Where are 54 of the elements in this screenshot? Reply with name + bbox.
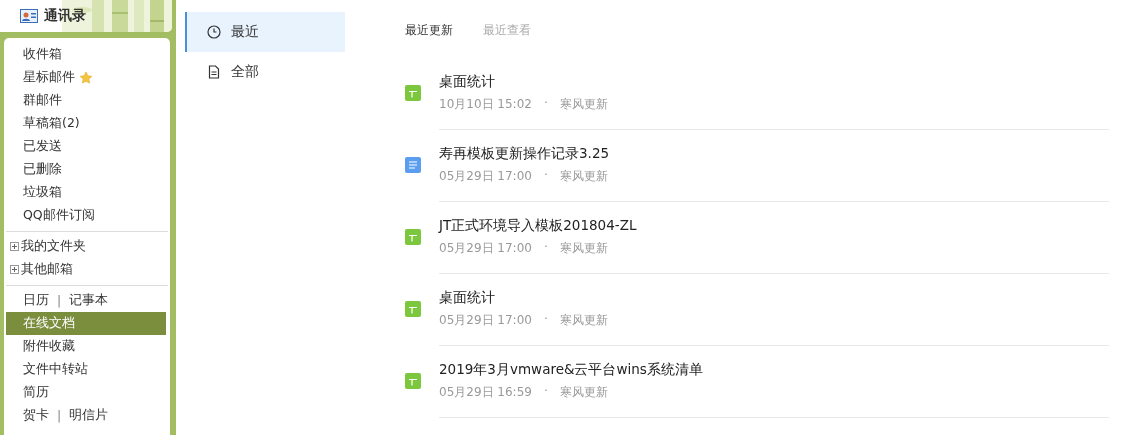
- spreadsheet-icon: [405, 85, 421, 101]
- separator: ·: [543, 383, 548, 400]
- folder-item[interactable]: 简历: [23, 384, 49, 401]
- clock-icon: [207, 25, 221, 39]
- folder-item[interactable]: 记事本: [69, 292, 109, 309]
- star-icon: [79, 70, 93, 85]
- editor-name: 寒风更新: [559, 383, 608, 401]
- folder-item[interactable]: 日历: [23, 292, 49, 309]
- editor-name: 寒风更新: [559, 311, 608, 329]
- folder-item[interactable]: 附件收藏: [23, 338, 75, 355]
- contacts-title[interactable]: 通讯录: [44, 7, 86, 25]
- editor-name: 寒风更新: [559, 167, 608, 185]
- spreadsheet-icon: [405, 373, 421, 389]
- update-time: 05月29日 17:00: [439, 239, 532, 257]
- nav-item[interactable]: 全部: [185, 52, 345, 92]
- folder-item[interactable]: 明信片: [69, 407, 109, 424]
- folder-item[interactable]: 草稿箱(2): [23, 115, 80, 132]
- contact-card-icon[interactable]: [20, 9, 38, 23]
- folder-item[interactable]: QQ邮件订阅: [23, 207, 95, 224]
- folder-item[interactable]: 贺卡: [23, 407, 49, 424]
- separator: ·: [543, 167, 548, 184]
- expand-icon[interactable]: [10, 242, 19, 251]
- document-icon: [405, 157, 421, 173]
- folder-item[interactable]: 已删除: [23, 161, 62, 178]
- tab[interactable]: 最近更新: [405, 22, 453, 39]
- folder-item[interactable]: 星标邮件: [23, 69, 75, 86]
- folder-item[interactable]: 垃圾箱: [23, 184, 62, 201]
- expand-icon[interactable]: [10, 265, 19, 274]
- update-time: 05月29日 16:59: [439, 383, 532, 401]
- folder-item[interactable]: 收件箱: [23, 46, 62, 63]
- update-time: 05月29日 17:00: [439, 311, 532, 329]
- folder-item[interactable]: 其他邮箱: [21, 261, 73, 278]
- document-title[interactable]: 桌面统计: [439, 288, 495, 307]
- folder-item[interactable]: 群邮件: [23, 92, 62, 109]
- separator: ·: [543, 239, 548, 256]
- nav-item[interactable]: 最近: [185, 12, 345, 52]
- separator: ·: [543, 95, 548, 112]
- editor-name: 寒风更新: [559, 95, 608, 113]
- separator: |: [57, 293, 62, 308]
- document-title[interactable]: 2019年3月vmware&云平台wins系统清单: [439, 360, 703, 379]
- document-title[interactable]: 桌面统计: [439, 72, 495, 91]
- separator: ·: [543, 311, 548, 328]
- document-title[interactable]: 寿再模板更新操作记录3.25: [439, 144, 610, 163]
- document-title[interactable]: JT正式环境导入模板201804-ZL: [439, 216, 637, 235]
- update-time: 05月29日 17:00: [439, 167, 532, 185]
- separator: |: [57, 408, 62, 423]
- folder-item[interactable]: 文件中转站: [23, 361, 88, 378]
- spreadsheet-icon: [405, 229, 421, 245]
- spreadsheet-icon: [405, 301, 421, 317]
- document-icon: [207, 65, 221, 79]
- update-time: 10月10日 15:02: [439, 95, 532, 113]
- folder-item[interactable]: 已发送: [23, 138, 62, 155]
- editor-name: 寒风更新: [559, 239, 608, 257]
- folder-item[interactable]: 我的文件夹: [21, 238, 86, 255]
